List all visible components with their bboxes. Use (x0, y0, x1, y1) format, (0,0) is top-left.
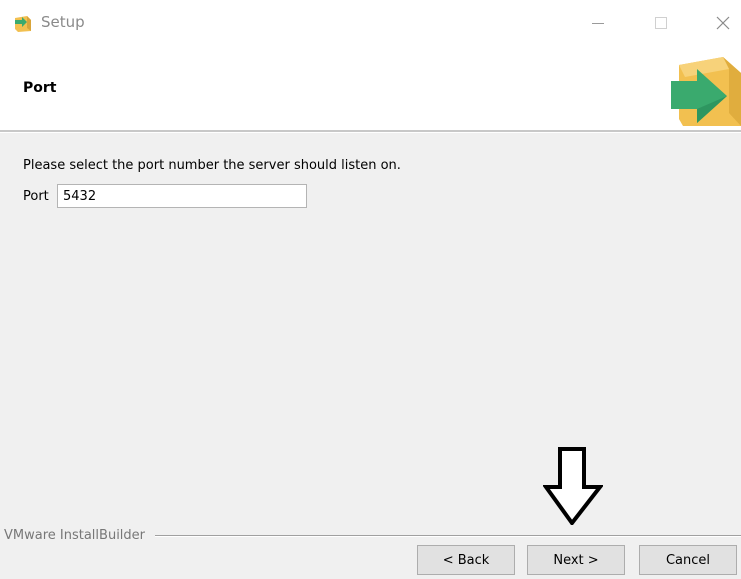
footer-divider (155, 535, 741, 537)
brand-label: VMware InstallBuilder (4, 528, 146, 543)
instruction-text: Please select the port number the server… (23, 158, 401, 173)
maximize-icon (655, 16, 667, 29)
title-bar[interactable]: Setup (0, 0, 741, 45)
maximize-button[interactable] (638, 0, 684, 45)
window-title: Setup (41, 13, 85, 31)
app-icon (15, 16, 31, 32)
header-divider (0, 130, 741, 133)
installer-box-arrow-icon (671, 57, 741, 126)
cancel-button[interactable]: Cancel (639, 545, 737, 575)
minimize-icon (592, 22, 604, 24)
page-header: Port (0, 45, 741, 130)
port-input[interactable] (57, 184, 307, 208)
back-button[interactable]: < Back (417, 545, 515, 575)
port-label: Port (23, 189, 49, 204)
minimize-button[interactable] (575, 0, 621, 45)
next-button[interactable]: Next > (527, 545, 625, 575)
setup-window: Setup Port Please select the port number… (0, 0, 741, 579)
close-icon (716, 16, 730, 29)
page-title: Port (23, 80, 57, 96)
down-arrow-icon (543, 447, 603, 525)
close-button[interactable] (700, 0, 741, 45)
